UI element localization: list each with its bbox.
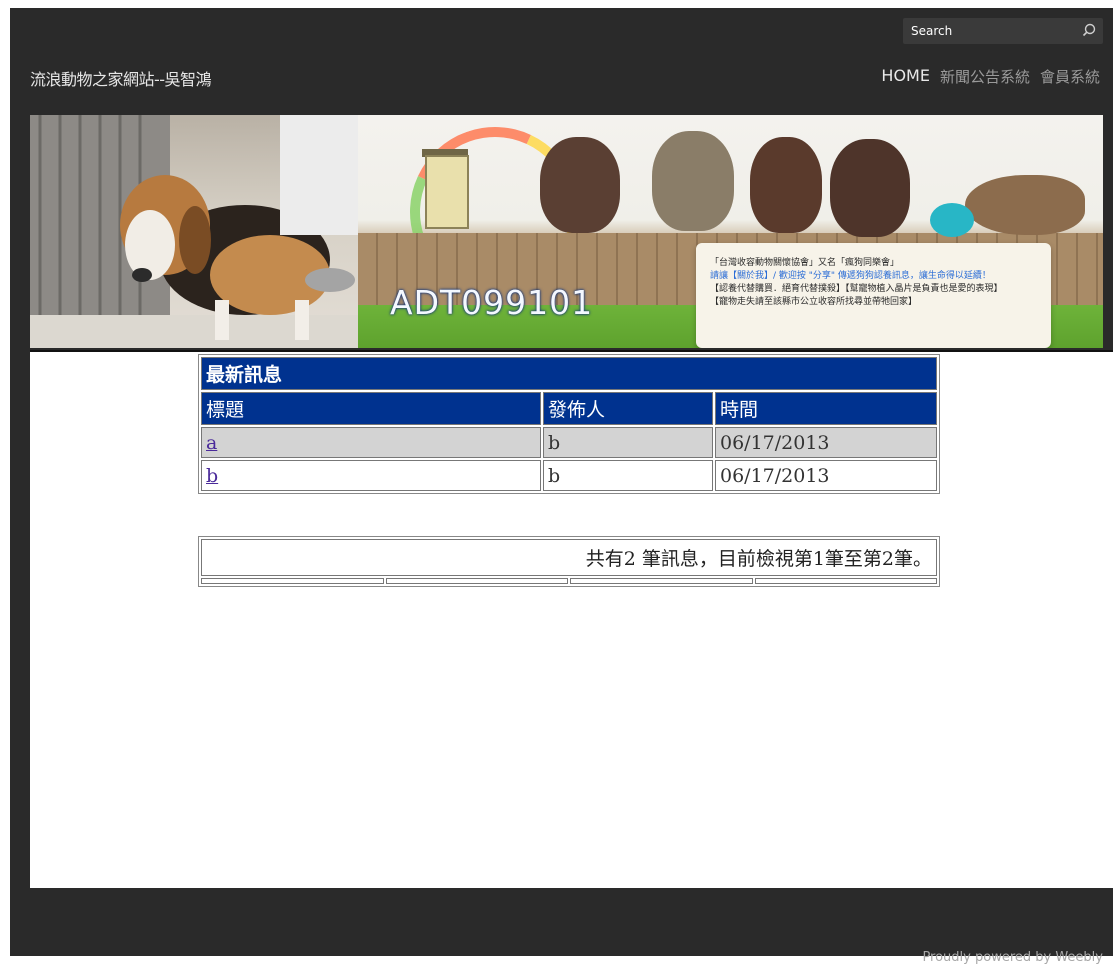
news-table-title: 最新訊息 (201, 357, 937, 390)
news-publisher-cell: b (543, 427, 713, 458)
footer: Proudly powered by Weebly (10, 888, 1113, 965)
puppy-brown-illustration (540, 137, 620, 233)
search-box[interactable] (903, 18, 1103, 44)
note-line: 請讓【關於我】/ 歡迎按 "分享" 傳遞狗狗認養訊息，讓生命得以延續！ (710, 271, 991, 281)
search-input[interactable] (903, 18, 1073, 44)
nav-item-news-system[interactable]: 新聞公告系統 (935, 64, 1035, 89)
pager-last-cell[interactable] (754, 578, 937, 584)
news-time-cell: 06/17/2013 (715, 460, 937, 491)
beagle-illustration (30, 115, 358, 348)
news-title-link[interactable]: b (206, 465, 218, 487)
table-row: a b 06/17/2013 (201, 427, 937, 458)
news-table-title-row: 最新訊息 (201, 357, 937, 390)
site-container: 流浪動物之家網站--吳智鴻 HOME 新聞公告系統 會員系統 (10, 8, 1113, 965)
site-title[interactable]: 流浪動物之家網站--吳智鴻 (30, 66, 212, 90)
news-publisher-cell: b (543, 460, 713, 491)
banner-note-card: 「台灣收容動物關懷協會」又名「瘋狗同樂會」 請讓【關於我】/ 歡迎按 "分享" … (696, 243, 1051, 348)
cat-tabby-illustration (652, 131, 734, 231)
yarn-ball-illustration (930, 203, 974, 237)
news-table-header-row: 標題 發佈人 時間 (201, 392, 937, 425)
nav-item-member-system[interactable]: 會員系統 (1035, 64, 1105, 89)
pager-next-cell[interactable] (570, 578, 753, 584)
news-table: 最新訊息 標題 發佈人 時間 a b 06/17/2013 b b 06/17/… (198, 354, 940, 494)
nav-item-home[interactable]: HOME (876, 64, 935, 89)
page: 流浪動物之家網站--吳智鴻 HOME 新聞公告系統 會員系統 (0, 0, 1113, 965)
note-line: 【寵物走失請至該縣市公立收容所找尋並帶牠回家】 (710, 297, 918, 307)
banner-photo-beagle (30, 115, 358, 348)
pager-prev-cell[interactable] (385, 578, 568, 584)
note-line: 「台灣收容動物關懷協會」又名「瘋狗同樂會」 (710, 258, 900, 268)
search-icon[interactable] (1081, 22, 1097, 38)
pager-nav-row (201, 578, 937, 584)
dog-goggles-1-illustration (750, 137, 822, 233)
news-time-cell: 06/17/2013 (715, 427, 937, 458)
pager-summary-row: 共有2 筆訊息，目前檢視第1筆至第2筆。 (201, 539, 937, 576)
column-header-title: 標題 (201, 392, 541, 425)
main-nav: HOME 新聞公告系統 會員系統 (876, 64, 1105, 89)
table-row: b b 06/17/2013 (201, 460, 937, 491)
header-banner: ADT099101 「台灣收容動物關懷協會」又名「瘋狗同樂會」 請讓【關於我】/… (30, 115, 1103, 348)
footer-credit-link[interactable]: Proudly powered by Weebly (922, 950, 1103, 965)
news-title-cell: b (201, 460, 541, 491)
pager-first-cell[interactable] (201, 578, 384, 584)
news-title-cell: a (201, 427, 541, 458)
news-title-link[interactable]: a (206, 432, 217, 454)
pager-table: 共有2 筆訊息，目前檢視第1筆至第2筆。 (198, 536, 940, 587)
column-header-time: 時間 (715, 392, 937, 425)
column-header-publisher: 發佈人 (543, 392, 713, 425)
banner-id-text: ADT099101 (390, 283, 594, 322)
pager-summary: 共有2 筆訊息，目前檢視第1筆至第2筆。 (201, 539, 937, 576)
cat-lying-illustration (965, 175, 1085, 235)
main-content: 最新訊息 標題 發佈人 時間 a b 06/17/2013 b b 06/17/… (30, 350, 1113, 889)
dog-goggles-2-illustration (830, 139, 910, 237)
note-line: 【認養代替購買．絕育代替撲殺】【幫寵物植入晶片是負責也是愛的表現】 (710, 284, 1003, 294)
house-decoration (425, 155, 469, 229)
